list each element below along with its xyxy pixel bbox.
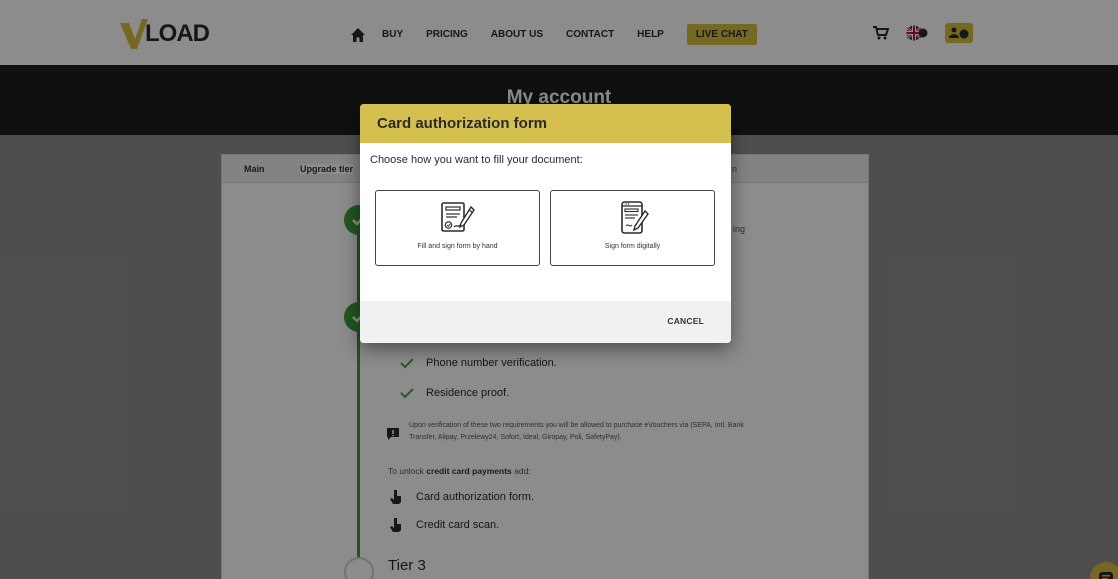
- fill-by-hand-option[interactable]: Fill and sign form by hand: [375, 190, 540, 266]
- modal-footer: CANCEL: [360, 301, 731, 343]
- modal-header: Card authorization form: [360, 104, 731, 143]
- document-hand-sign-icon: [440, 202, 475, 232]
- card-authorization-modal: Card authorization form Choose how you w…: [360, 104, 731, 343]
- cancel-button[interactable]: CANCEL: [667, 316, 704, 326]
- sign-digitally-label: Sign form digitally: [604, 243, 661, 250]
- tablet-sign-icon: [620, 201, 649, 234]
- modal-title: Card authorization form: [377, 115, 548, 132]
- sign-digitally-option[interactable]: Sign form digitally: [550, 190, 715, 266]
- modal-prompt: Choose how you want to fill your documen…: [370, 154, 583, 166]
- fill-by-hand-label: Fill and sign form by hand: [417, 243, 498, 250]
- modal-body: Choose how you want to fill your documen…: [360, 143, 731, 301]
